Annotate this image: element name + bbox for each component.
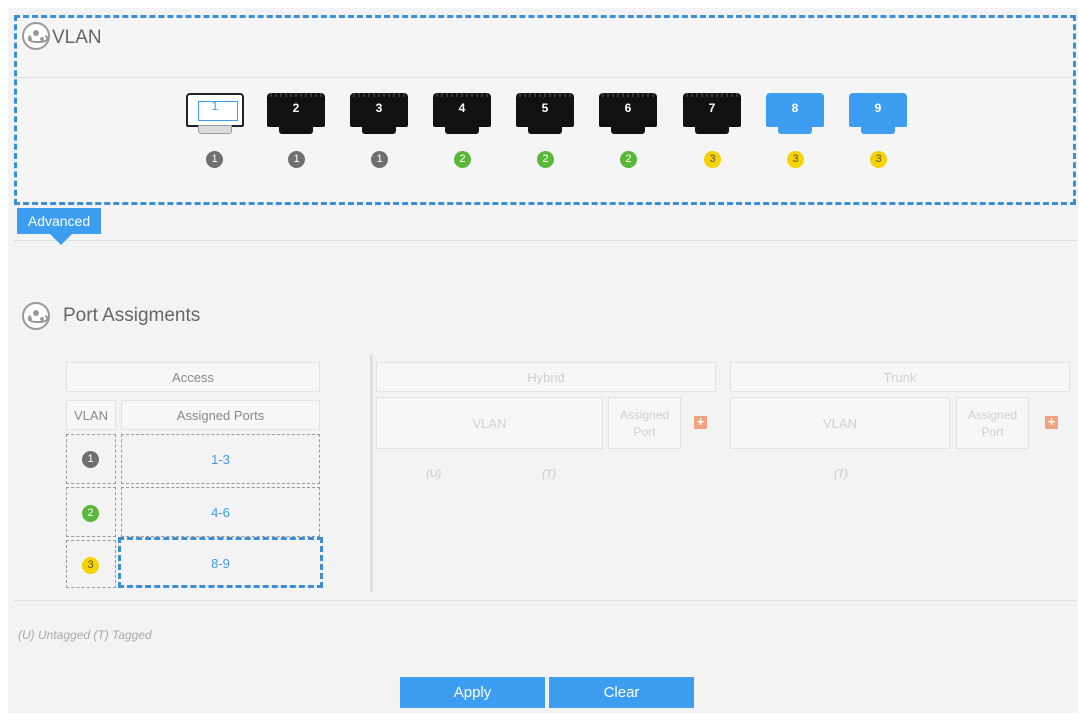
port-3-vlan-badge: 1 — [371, 151, 388, 168]
port-3[interactable]: 3 — [348, 93, 410, 135]
vlan-switch-icon — [22, 22, 50, 50]
hybrid-tagged-label: (T) — [542, 468, 557, 480]
port-8-vlan-badge: 3 — [787, 151, 804, 168]
port-number: 7 — [708, 101, 716, 115]
access-row-2-ports[interactable]: 4-6 — [121, 487, 320, 537]
selected-cell-highlight — [118, 537, 323, 588]
hybrid-header: Hybrid — [376, 362, 716, 392]
access-row-2-vlan[interactable]: 2 — [66, 487, 116, 537]
vlan-badge: 3 — [82, 557, 99, 574]
tab-underline — [14, 240, 1076, 241]
divider — [14, 600, 1076, 601]
port-6-vlan-badge: 2 — [620, 151, 637, 168]
column-separator — [370, 355, 373, 592]
port-number: 6 — [624, 101, 632, 115]
port-6[interactable]: 6 — [597, 93, 659, 135]
access-header: Access — [66, 362, 320, 392]
clear-button[interactable]: Clear — [549, 677, 694, 708]
port-2[interactable]: 2 — [265, 93, 327, 135]
apply-button[interactable]: Apply — [400, 677, 545, 708]
tab-advanced[interactable]: Advanced — [17, 208, 101, 234]
port-number: 3 — [375, 101, 383, 115]
port-9[interactable]: 9 — [847, 93, 909, 135]
trunk-port-column-header: Assigned Port — [956, 397, 1029, 449]
trunk-vlan-column-header: VLAN — [730, 397, 950, 449]
access-row-3-vlan[interactable]: 3 — [66, 540, 116, 588]
vlan-section-title: VLAN — [52, 27, 102, 48]
access-row-1-ports[interactable]: 1-3 — [121, 434, 320, 484]
trunk-tagged-label: (T) — [834, 468, 849, 480]
trunk-add-icon[interactable]: + — [1045, 415, 1058, 429]
port-2-vlan-badge: 1 — [288, 151, 305, 168]
port-4[interactable]: 4 — [431, 93, 493, 135]
vlan-badge: 2 — [82, 505, 99, 522]
hybrid-add-icon[interactable]: + — [694, 415, 707, 429]
port-assignments-icon — [22, 302, 50, 330]
tab-pointer-icon — [50, 234, 72, 245]
divider — [14, 77, 1072, 78]
port-1-vlan-badge: 1 — [206, 151, 223, 168]
port-9-vlan-badge: 3 — [870, 151, 887, 168]
vlan-badge: 1 — [82, 451, 99, 468]
access-ports-column-header: Assigned Ports — [121, 400, 320, 430]
port-5-vlan-badge: 2 — [537, 151, 554, 168]
port-8[interactable]: 8 — [764, 93, 826, 135]
access-vlan-column-header: VLAN — [66, 400, 116, 430]
port-assignments-title: Port Assigments — [63, 305, 201, 326]
port-number: 5 — [541, 101, 549, 115]
hybrid-vlan-column-header: VLAN — [376, 397, 603, 449]
tag-legend: (U) Untagged (T) Tagged — [18, 628, 152, 642]
port-5[interactable]: 5 — [514, 93, 576, 135]
hybrid-port-column-header: Assigned Port — [608, 397, 681, 449]
port-1[interactable]: 1 — [184, 93, 246, 135]
port-4-vlan-badge: 2 — [454, 151, 471, 168]
port-number: 1 — [211, 99, 219, 113]
port-number: 9 — [874, 101, 882, 115]
port-number: 4 — [458, 101, 466, 115]
port-number: 8 — [791, 101, 799, 115]
port-number: 2 — [292, 101, 300, 115]
port-7-vlan-badge: 3 — [704, 151, 721, 168]
hybrid-untagged-label: (U) — [426, 468, 442, 480]
trunk-header: Trunk — [730, 362, 1070, 392]
access-row-1-vlan[interactable]: 1 — [66, 434, 116, 484]
port-7[interactable]: 7 — [681, 93, 743, 135]
